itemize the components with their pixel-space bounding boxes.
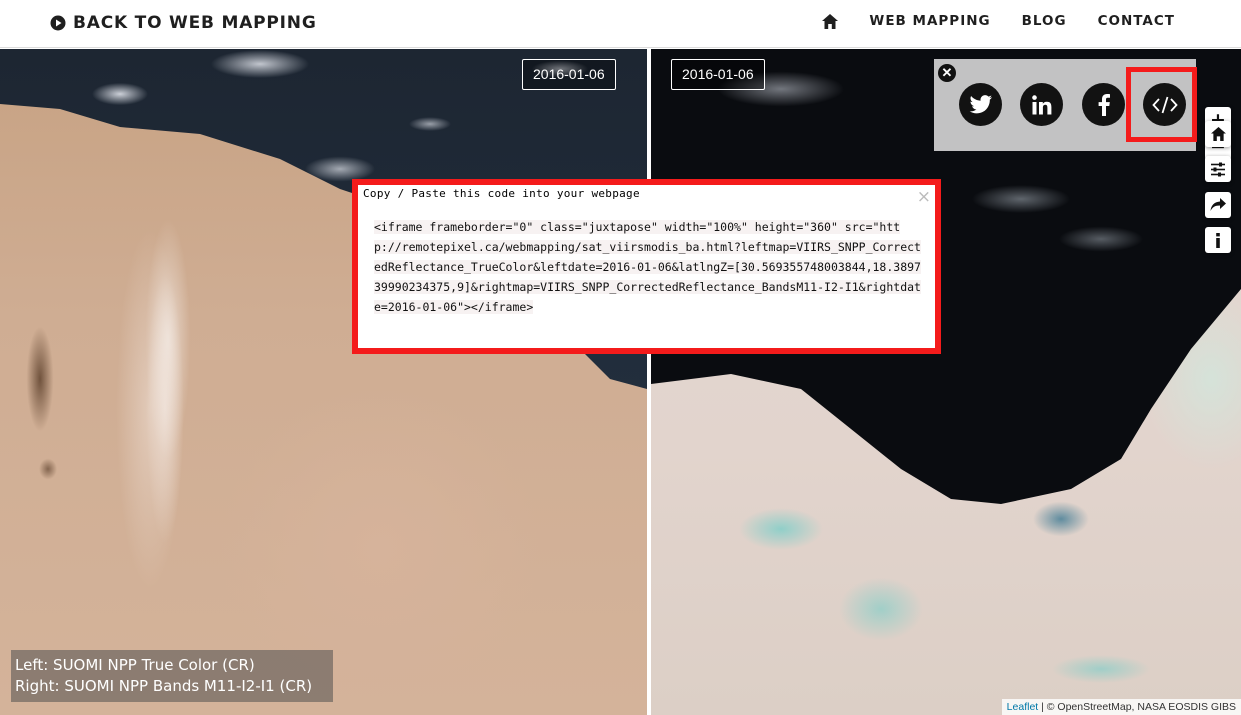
top-navigation-bar: BACK TO WEB MAPPING WEB MAPPING BLOG CON…	[0, 0, 1241, 48]
legend-right-label: Right: SUOMI NPP Bands M11-I2-I1 (CR)	[15, 677, 313, 695]
embed-button-highlight	[1126, 67, 1197, 142]
legend-left-label: Left: SUOMI NPP True Color (CR)	[15, 656, 255, 674]
facebook-share-button[interactable]	[1082, 83, 1125, 126]
nav-contact[interactable]: CONTACT	[1098, 13, 1175, 29]
twitter-icon	[969, 94, 992, 113]
layer-settings-button[interactable]	[1205, 156, 1231, 182]
map-attribution: Leaflet | © OpenStreetMap, NASA EOSDIS G…	[1001, 699, 1241, 715]
share-arrow-icon	[1210, 198, 1226, 211]
linkedin-share-button[interactable]	[1020, 83, 1063, 126]
home-icon[interactable]	[822, 13, 839, 29]
home-icon	[1210, 127, 1226, 141]
embed-code-value[interactable]: <iframe frameborder="0" class="juxtapose…	[374, 220, 921, 314]
back-link-label: BACK TO WEB MAPPING	[73, 13, 317, 33]
sliders-icon	[1211, 162, 1225, 176]
close-popup-icon[interactable]: ×	[917, 188, 931, 206]
left-cloud-layer	[0, 49, 647, 715]
leaflet-link[interactable]: Leaflet	[1007, 701, 1039, 713]
share-toggle-button[interactable]	[1205, 192, 1231, 218]
popup-title: Copy / Paste this code into your webpage	[363, 187, 640, 200]
juxtapose-map[interactable]: 2016-01-06 2016-01-06 Left: SUOMI NPP Tr…	[0, 49, 1241, 715]
info-button[interactable]	[1205, 227, 1231, 253]
nav-web-mapping[interactable]: WEB MAPPING	[869, 13, 990, 29]
embed-code-text[interactable]: <iframe frameborder="0" class="juxtapose…	[374, 217, 922, 317]
facebook-icon	[1098, 93, 1110, 116]
home-view-button[interactable]	[1205, 121, 1231, 147]
close-share-icon[interactable]: ✕	[938, 64, 956, 82]
back-to-web-mapping-link[interactable]: BACK TO WEB MAPPING	[50, 12, 317, 34]
info-icon	[1216, 232, 1220, 248]
linkedin-icon	[1031, 94, 1051, 114]
nav-blog[interactable]: BLOG	[1022, 13, 1067, 29]
left-map-pane[interactable]	[0, 49, 647, 715]
attribution-text: | © OpenStreetMap, NASA EOSDIS GIBS	[1038, 701, 1236, 713]
juxtapose-slider-handle[interactable]	[647, 49, 651, 715]
left-date-badge: 2016-01-06	[522, 59, 616, 90]
twitter-share-button[interactable]	[959, 83, 1002, 126]
main-nav: WEB MAPPING BLOG CONTACT	[822, 13, 1175, 29]
embed-code-popup: Copy / Paste this code into your webpage…	[352, 179, 941, 354]
play-circle-icon	[50, 15, 66, 31]
right-date-badge: 2016-01-06	[671, 59, 765, 90]
layer-legend: Left: SUOMI NPP True Color (CR) Right: S…	[11, 650, 333, 702]
